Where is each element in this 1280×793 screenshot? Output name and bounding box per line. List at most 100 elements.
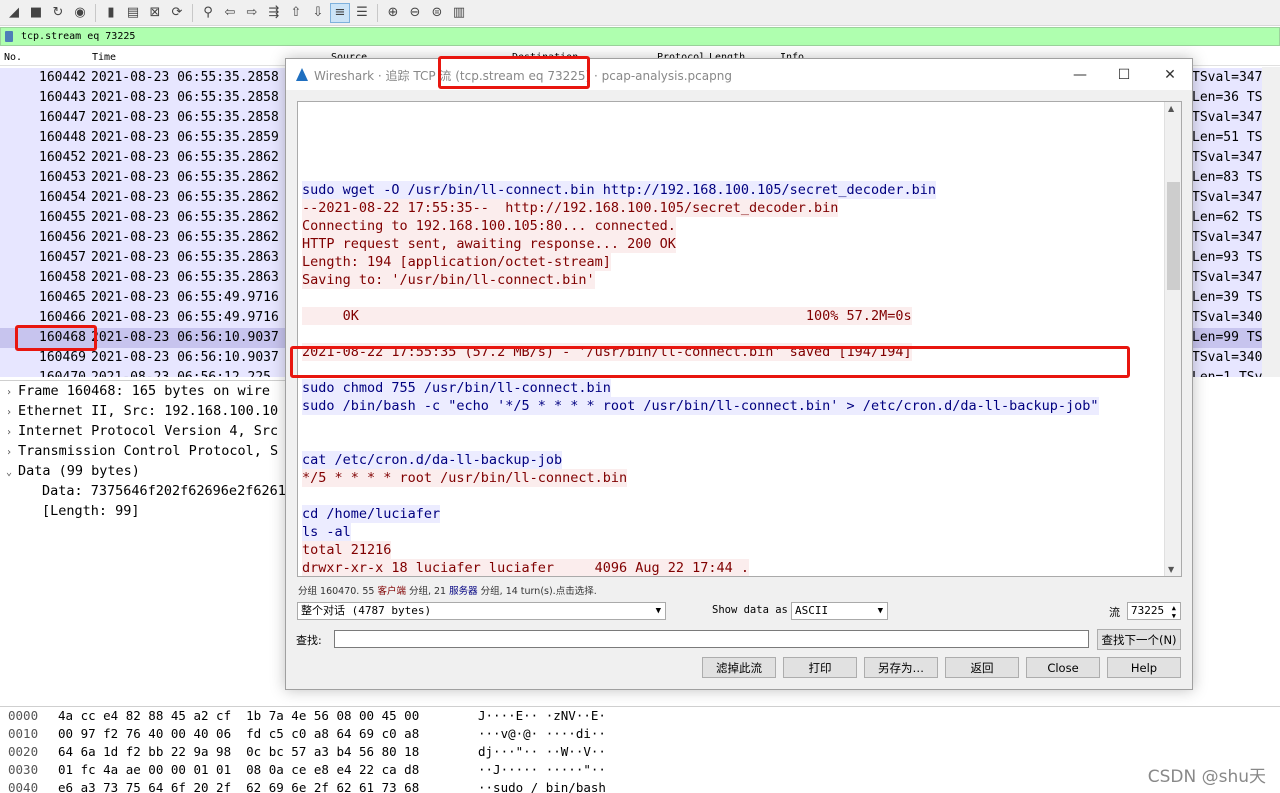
main-toolbar: ◢ ■ ↻ ◉ ▮ ▤ ⊠ ⟳ ⚲ ⇦ ⇨ ⇶ ⇧ ⇩ ≡ ☰ ⊕ ⊖ ⊜ ▥ — [0, 0, 1280, 26]
server-stream-line: HTTP request sent, awaiting response... … — [302, 235, 676, 253]
close-icon[interactable]: ✕ — [1150, 63, 1190, 87]
chevron-down-icon: ▼ — [655, 606, 661, 616]
packet-time: 2021-08-23 06:56:12.225 — [91, 368, 271, 377]
packet-number: 160454 — [39, 190, 86, 205]
hex-bytes: 64 6a 1d f2 bb 22 9a 98 0c bc 57 a3 b4 5… — [58, 744, 420, 759]
minimize-icon[interactable]: — — [1060, 63, 1100, 87]
client-stream-line: sudo wget -O /usr/bin/ll-connect.bin htt… — [302, 181, 936, 199]
detail-text: Frame 160468: 165 bytes on wire — [18, 383, 270, 399]
packet-time: 2021-08-23 06:56:10.9037 — [91, 330, 279, 345]
go-first-icon[interactable]: ⇧ — [286, 3, 306, 23]
hex-dump-row[interactable]: 0010 00 97 f2 76 40 00 40 06 fd c5 c0 a8 … — [0, 725, 1280, 743]
zoom-in-icon[interactable]: ⊕ — [383, 3, 403, 23]
hex-dump-row[interactable]: 0000 4a cc e4 82 88 45 a2 cf 1b 7a 4e 56 … — [0, 707, 1280, 725]
spinner-arrows-icon[interactable]: ▲ ▼ — [1172, 604, 1176, 620]
packet-number: 160456 — [39, 230, 86, 245]
packet-number: 160453 — [39, 170, 86, 185]
capture-options-icon[interactable]: ◉ — [70, 3, 90, 23]
find-input[interactable] — [334, 630, 1089, 648]
display-filter-input[interactable]: tcp.stream eq 73225 — [17, 31, 135, 42]
resize-columns-icon[interactable]: ▥ — [449, 3, 469, 23]
zoom-out-icon[interactable]: ⊖ — [405, 3, 425, 23]
packet-time: 2021-08-23 06:56:10.9037 — [91, 350, 279, 365]
packet-list-scrollbar[interactable] — [1262, 67, 1280, 377]
toolbar-separator — [377, 3, 378, 22]
save-file-icon[interactable]: ▤ — [123, 3, 143, 23]
reload-file-icon[interactable]: ⟳ — [167, 3, 187, 23]
hex-dump-row[interactable]: 0030 01 fc 4a ae 00 00 01 01 08 0a ce e8 … — [0, 761, 1280, 779]
find-packet-icon[interactable]: ⚲ — [198, 3, 218, 23]
packet-time: 2021-08-23 06:55:35.2863 — [91, 270, 279, 285]
chevron-right-icon[interactable]: › — [0, 443, 18, 463]
autoscroll-icon[interactable]: ≡ — [330, 2, 350, 23]
status-server-label: 服务器 — [449, 586, 478, 597]
open-file-icon[interactable]: ▮ — [101, 3, 121, 23]
filter-bookmark-icon[interactable] — [1, 28, 17, 45]
scroll-down-icon[interactable]: ▼ — [1168, 565, 1174, 574]
save-as-button[interactable]: 另存为… — [864, 657, 938, 678]
go-to-packet-icon[interactable]: ⇶ — [264, 3, 284, 23]
server-stream-line: Connecting to 192.168.100.105:80... conn… — [302, 217, 676, 235]
go-forward-icon[interactable]: ⇨ — [242, 3, 262, 23]
hex-dump-row[interactable]: 0020 64 6a 1d f2 bb 22 9a 98 0c bc 57 a3 … — [0, 743, 1280, 761]
toolbar-separator — [192, 3, 193, 22]
scroll-up-icon[interactable]: ▲ — [1168, 104, 1174, 113]
chevron-right-icon[interactable]: › — [0, 423, 18, 443]
detail-tree-item[interactable]: › Ethernet II, Src: 192.168.100.10 — [0, 401, 285, 421]
packet-info: TSval=3471 — [1192, 70, 1271, 85]
chevron-down-icon[interactable]: ⌄ — [0, 463, 18, 483]
maximize-icon[interactable]: ☐ — [1104, 63, 1144, 87]
packet-time: 2021-08-23 06:55:49.9716 — [91, 290, 279, 305]
back-button[interactable]: 返回 — [945, 657, 1019, 678]
stream-number-spinbox[interactable]: 73225 ▲ ▼ — [1127, 602, 1181, 620]
close-file-icon[interactable]: ⊠ — [145, 3, 165, 23]
stop-capture-icon[interactable]: ■ — [26, 3, 46, 23]
watermark: CSDN @shu天 — [1147, 767, 1266, 787]
filter-out-stream-button[interactable]: 滤掉此流 — [702, 657, 776, 678]
server-stream-line: Length: 194 [application/octet-stream] — [302, 253, 611, 271]
packet-info: TSval=3403 — [1192, 350, 1271, 365]
detail-tree-item[interactable]: [Length: 99] — [0, 501, 285, 521]
conversation-select[interactable]: 整个对话 (4787 bytes) ▼ — [297, 602, 666, 620]
status-client-label: 客户端 — [377, 586, 406, 597]
column-header-time[interactable]: Time — [92, 52, 116, 63]
go-last-icon[interactable]: ⇩ — [308, 3, 328, 23]
packet-time: 2021-08-23 06:55:35.2858 — [91, 110, 279, 125]
detail-text: Internet Protocol Version 4, Src — [18, 423, 279, 439]
stream-content[interactable]: sudo wget -O /usr/bin/ll-connect.bin htt… — [297, 101, 1182, 577]
shark-fin-icon[interactable]: ◢ — [4, 3, 24, 23]
print-button[interactable]: 打印 — [783, 657, 857, 678]
zoom-normal-icon[interactable]: ⊜ — [427, 3, 447, 23]
packet-time: 2021-08-23 06:55:35.2862 — [91, 190, 279, 205]
close-button[interactable]: Close — [1026, 657, 1100, 678]
chevron-right-icon[interactable]: › — [0, 383, 18, 403]
find-next-button[interactable]: 查找下一个(N) — [1097, 629, 1181, 650]
hex-offset: 0040 — [8, 780, 39, 793]
hex-ascii: dj···"·· ··W··V·· — [478, 744, 606, 759]
packet-info: TSval=3471 — [1192, 230, 1271, 245]
stream-scrollbar[interactable]: ▲ ▼ — [1164, 102, 1181, 576]
help-button[interactable]: Help — [1107, 657, 1181, 678]
go-back-icon[interactable]: ⇦ — [220, 3, 240, 23]
packet-time: 2021-08-23 06:55:35.2858 — [91, 70, 279, 85]
restart-capture-icon[interactable]: ↻ — [48, 3, 68, 23]
chevron-right-icon[interactable]: › — [0, 403, 18, 423]
show-data-as-select[interactable]: ASCII ▼ — [791, 602, 888, 620]
packet-info: TSval=3471 — [1192, 190, 1271, 205]
hex-ascii: ··J····· ·····"·· — [478, 762, 606, 777]
detail-tree-item[interactable]: Data: 7375646f202f62696e2f6261 — [0, 481, 285, 501]
detail-tree-item[interactable]: › Transmission Control Protocol, S — [0, 441, 285, 461]
colorize-icon[interactable]: ☰ — [352, 3, 372, 23]
detail-tree-item[interactable]: › Frame 160468: 165 bytes on wire — [0, 381, 285, 401]
status-text: 分组, 14 turn(s).点击选择. — [477, 586, 597, 597]
packet-time: 2021-08-23 06:55:35.2863 — [91, 250, 279, 265]
detail-tree-item[interactable]: › Internet Protocol Version 4, Src — [0, 421, 285, 441]
hex-dump-row[interactable]: 0040 e6 a3 73 75 64 6f 20 2f 62 69 6e 2f … — [0, 779, 1280, 793]
server-stream-line: */5 * * * * root /usr/bin/ll-connect.bin — [302, 469, 628, 487]
detail-tree-item[interactable]: ⌄ Data (99 bytes) — [0, 461, 285, 481]
display-filter-bar[interactable]: tcp.stream eq 73225 — [0, 27, 1280, 46]
stream-scroll-thumb[interactable] — [1167, 182, 1180, 290]
column-header-no[interactable]: No. — [4, 52, 22, 63]
show-data-as-value: ASCII — [795, 604, 829, 617]
show-data-as-label: Show data as — [712, 604, 788, 616]
